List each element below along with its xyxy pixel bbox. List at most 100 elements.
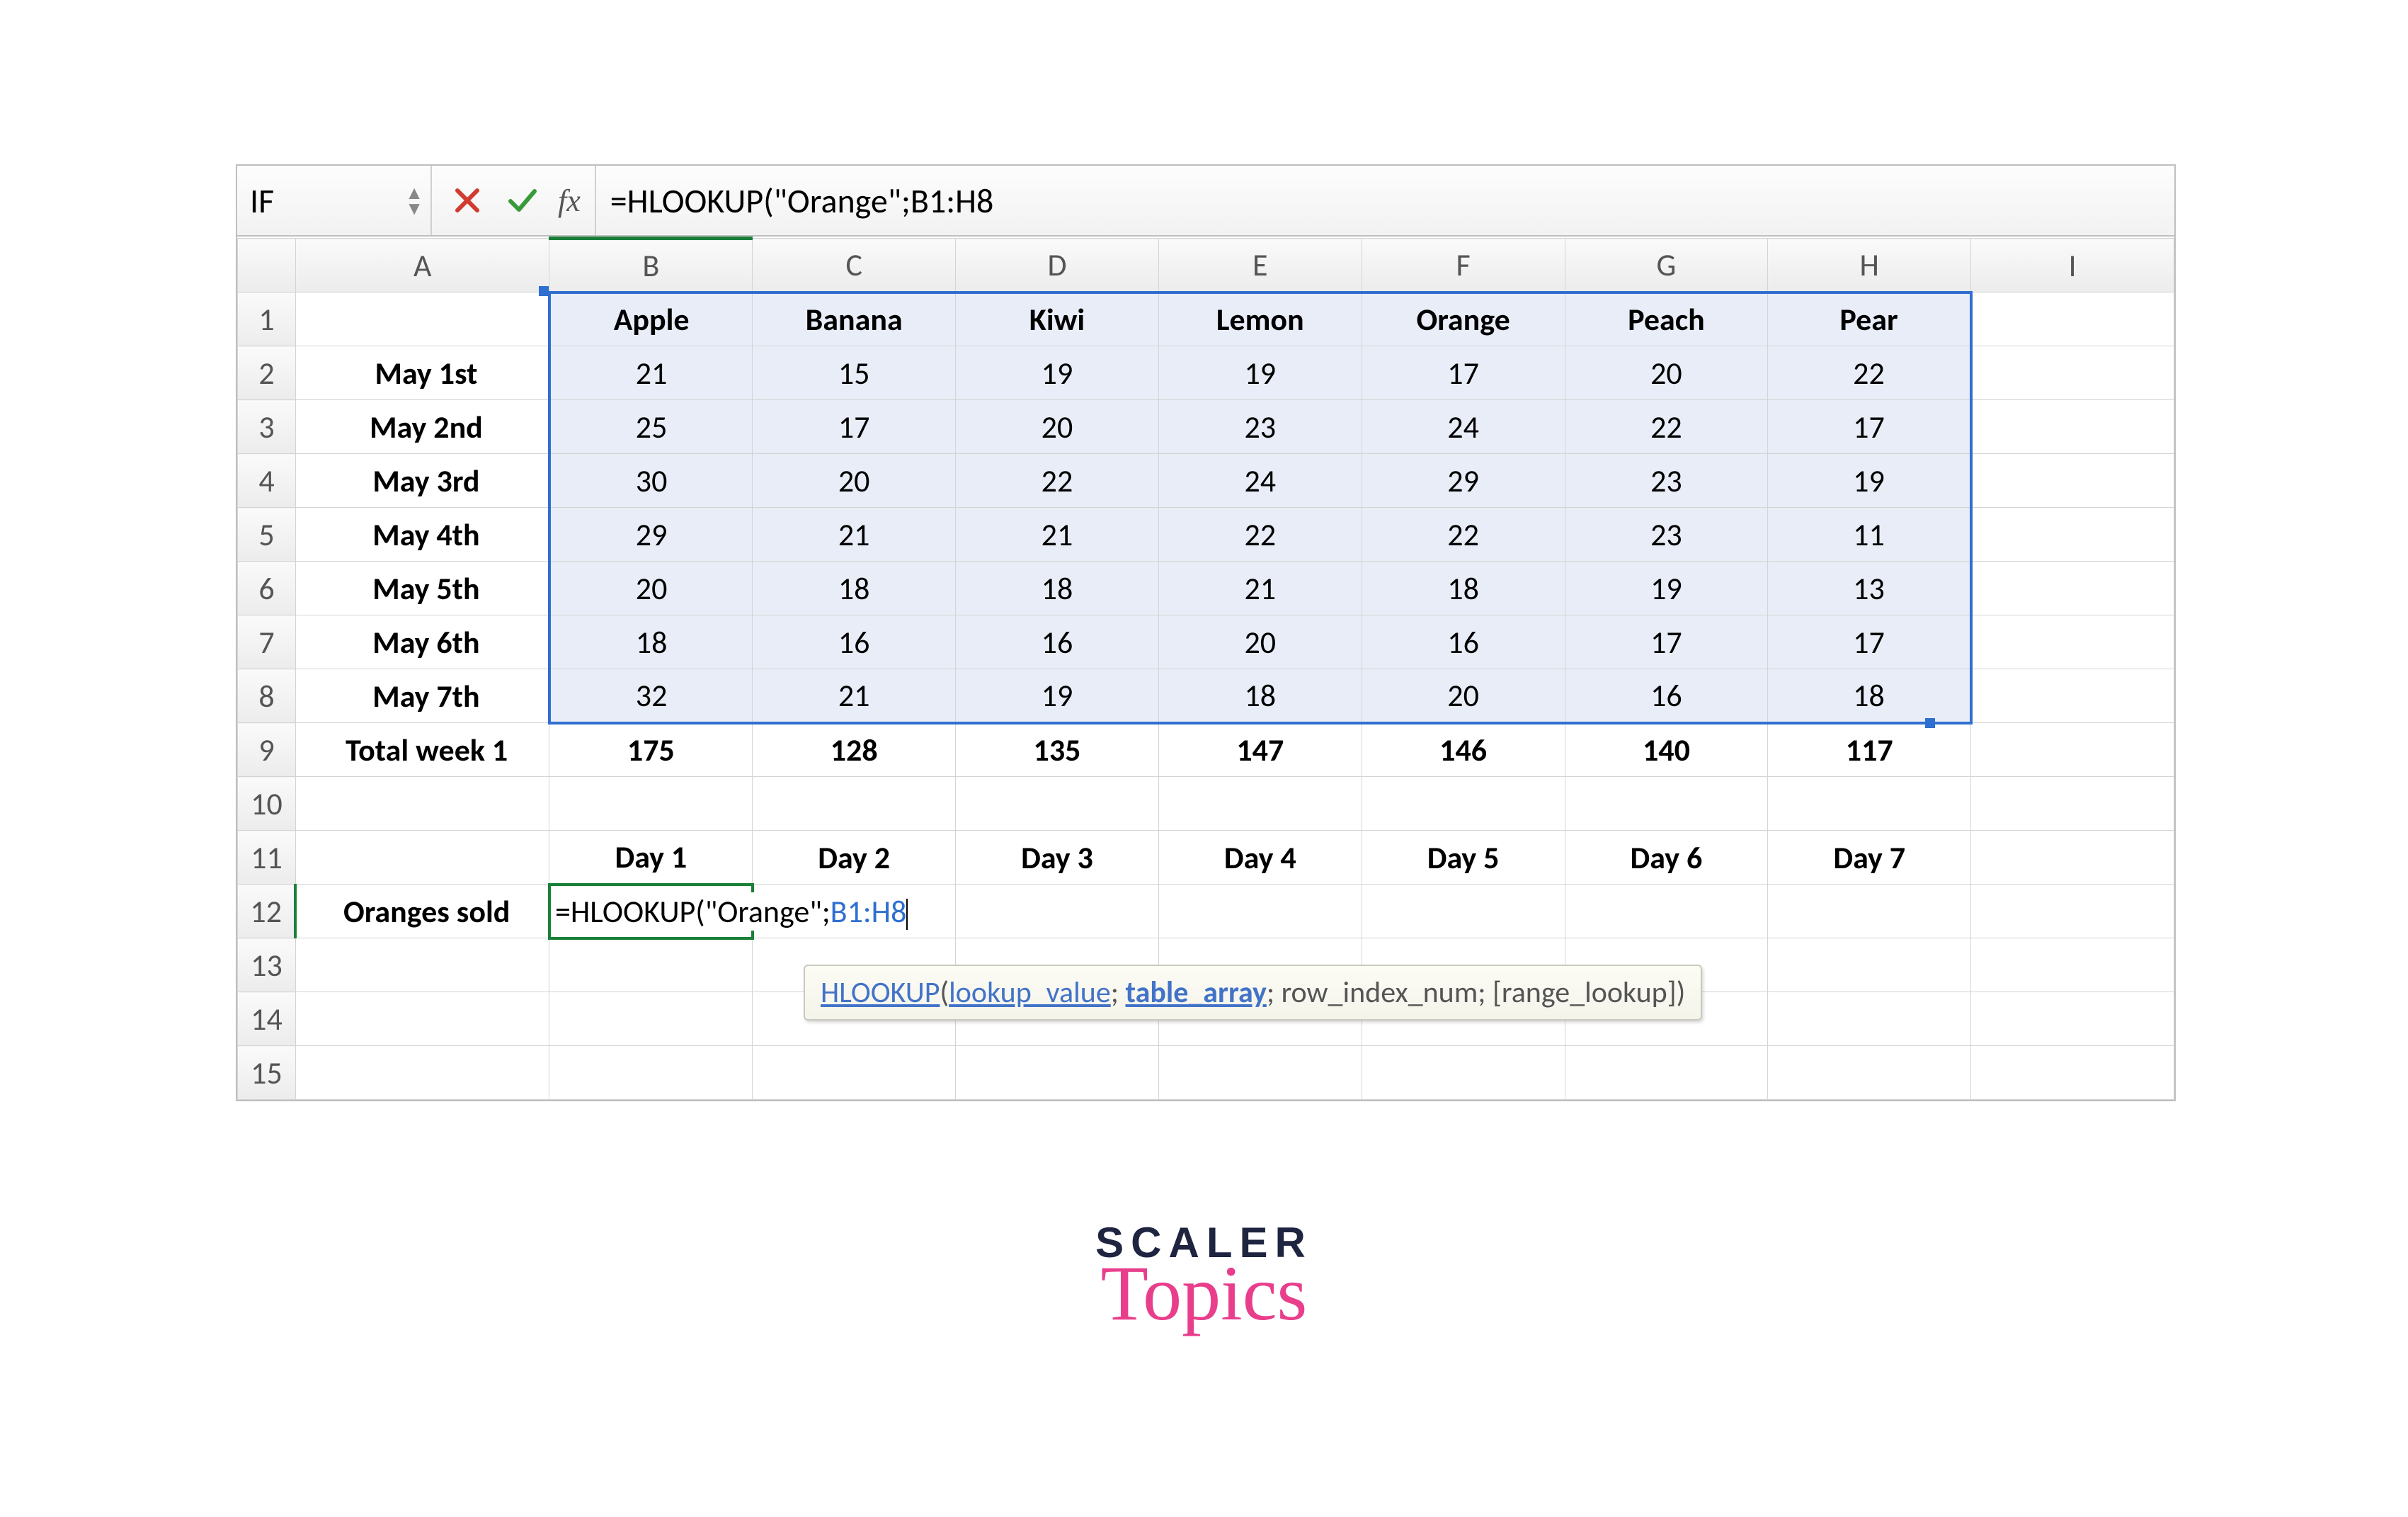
tooltip-arg-current[interactable]: table_array: [1126, 975, 1267, 1011]
cell[interactable]: [1362, 777, 1565, 831]
cell[interactable]: 18: [549, 615, 753, 669]
enter-button[interactable]: [506, 183, 540, 217]
cell[interactable]: 18: [956, 562, 1159, 615]
formula-input[interactable]: =HLOOKUP("Orange";B1:H8: [596, 166, 2174, 235]
cell[interactable]: [1971, 777, 2174, 831]
cell[interactable]: 32: [549, 669, 753, 723]
cell[interactable]: 21: [549, 346, 753, 400]
cell[interactable]: 21: [956, 508, 1159, 562]
cell[interactable]: 18: [1158, 669, 1362, 723]
cell[interactable]: 140: [1565, 723, 1768, 777]
cancel-button[interactable]: [450, 183, 484, 217]
row-header[interactable]: 10: [238, 777, 296, 831]
cell[interactable]: 117: [1768, 723, 1971, 777]
row-header[interactable]: 11: [238, 831, 296, 885]
row-header[interactable]: 2: [238, 346, 296, 400]
cell[interactable]: May 3rd: [295, 454, 549, 508]
cell[interactable]: [295, 1046, 549, 1100]
cell[interactable]: [295, 831, 549, 885]
cell[interactable]: Day 7: [1768, 831, 1971, 885]
cell[interactable]: [1971, 723, 2174, 777]
cell[interactable]: 19: [956, 346, 1159, 400]
cell[interactable]: [549, 1046, 753, 1100]
cell[interactable]: 19: [956, 669, 1159, 723]
cell[interactable]: 16: [1565, 669, 1768, 723]
cell[interactable]: 16: [1362, 615, 1565, 669]
cell[interactable]: [1971, 885, 2174, 938]
cell[interactable]: 11: [1768, 508, 1971, 562]
cell[interactable]: [549, 938, 753, 992]
cell[interactable]: 20: [549, 562, 753, 615]
cell[interactable]: [549, 992, 753, 1046]
cell[interactable]: 22: [1158, 508, 1362, 562]
cell[interactable]: Orange: [1362, 292, 1565, 346]
cell[interactable]: 29: [1362, 454, 1565, 508]
row-header[interactable]: 5: [238, 508, 296, 562]
cell[interactable]: [549, 777, 753, 831]
cell[interactable]: Total week 1: [295, 723, 549, 777]
cell[interactable]: [1158, 885, 1362, 938]
cell[interactable]: Oranges sold: [295, 885, 549, 938]
cell[interactable]: [1158, 777, 1362, 831]
cell[interactable]: [1971, 669, 2174, 723]
cell[interactable]: [295, 292, 549, 346]
cell[interactable]: 18: [1768, 669, 1971, 723]
cell[interactable]: 20: [753, 454, 956, 508]
cell[interactable]: 17: [1565, 615, 1768, 669]
active-cell[interactable]: =HLOOKUP("Orange";B1:H8: [549, 885, 753, 938]
cell[interactable]: 22: [1565, 400, 1768, 454]
cell[interactable]: 24: [1362, 400, 1565, 454]
cell[interactable]: [1971, 508, 2174, 562]
cell[interactable]: 29: [549, 508, 753, 562]
cell[interactable]: [1768, 885, 1971, 938]
row-header[interactable]: 6: [238, 562, 296, 615]
cell[interactable]: 17: [753, 400, 956, 454]
cell[interactable]: 19: [1158, 346, 1362, 400]
cell[interactable]: [753, 1046, 956, 1100]
cell[interactable]: 17: [1768, 400, 1971, 454]
cell[interactable]: 135: [956, 723, 1159, 777]
col-header-A[interactable]: A: [295, 239, 549, 292]
cell[interactable]: [295, 992, 549, 1046]
row-header[interactable]: 14: [238, 992, 296, 1046]
cell[interactable]: Day 2: [753, 831, 956, 885]
name-box[interactable]: IF ▲ ▼: [237, 166, 432, 235]
cell[interactable]: 20: [956, 400, 1159, 454]
cell[interactable]: May 6th: [295, 615, 549, 669]
select-all-corner[interactable]: [238, 239, 296, 292]
row-header[interactable]: 4: [238, 454, 296, 508]
cell[interactable]: 128: [753, 723, 956, 777]
cell[interactable]: 20: [1565, 346, 1768, 400]
cell[interactable]: [1971, 938, 2174, 992]
cell[interactable]: May 2nd: [295, 400, 549, 454]
cell[interactable]: 19: [1768, 454, 1971, 508]
cell[interactable]: Lemon: [1158, 292, 1362, 346]
col-header-F[interactable]: F: [1362, 239, 1565, 292]
cell[interactable]: 23: [1565, 454, 1768, 508]
cell[interactable]: May 1st: [295, 346, 549, 400]
cell[interactable]: [1971, 292, 2174, 346]
cell[interactable]: [1971, 400, 2174, 454]
cell[interactable]: Day 6: [1565, 831, 1768, 885]
row-header[interactable]: 12: [238, 885, 296, 938]
cell[interactable]: 30: [549, 454, 753, 508]
cell[interactable]: 19: [1565, 562, 1768, 615]
col-header-D[interactable]: D: [956, 239, 1159, 292]
cell[interactable]: 20: [1362, 669, 1565, 723]
cell[interactable]: [1565, 885, 1768, 938]
cell[interactable]: [1971, 346, 2174, 400]
cell[interactable]: [1768, 992, 1971, 1046]
cell[interactable]: [1768, 938, 1971, 992]
cell[interactable]: 175: [549, 723, 753, 777]
cell[interactable]: 21: [753, 669, 956, 723]
cell[interactable]: [295, 777, 549, 831]
cell[interactable]: [1971, 562, 2174, 615]
cell[interactable]: 25: [549, 400, 753, 454]
col-header-E[interactable]: E: [1158, 239, 1362, 292]
cell[interactable]: 23: [1158, 400, 1362, 454]
cell[interactable]: 13: [1768, 562, 1971, 615]
cell[interactable]: 18: [1362, 562, 1565, 615]
cell[interactable]: [1971, 615, 2174, 669]
cell[interactable]: 23: [1565, 508, 1768, 562]
cell[interactable]: Kiwi: [956, 292, 1159, 346]
